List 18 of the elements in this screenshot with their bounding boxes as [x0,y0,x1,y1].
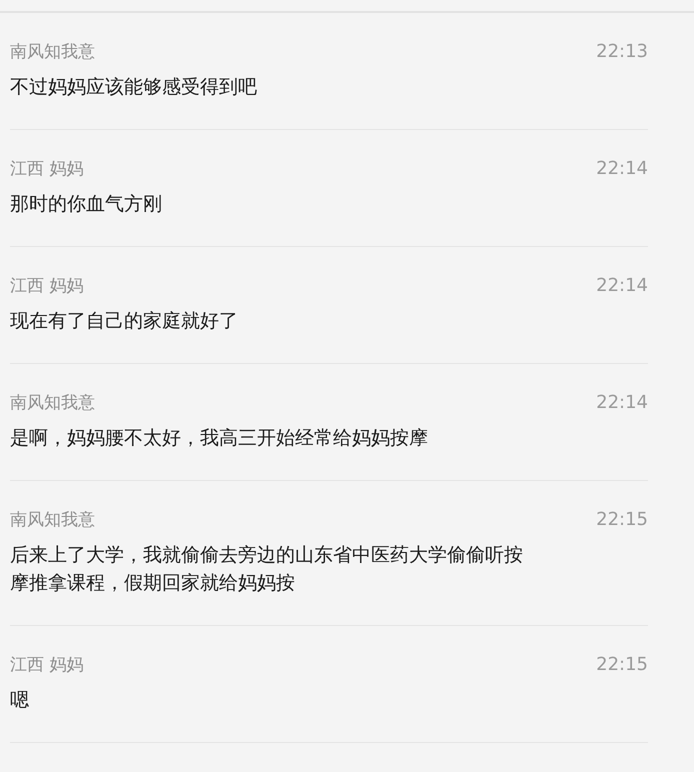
sender-name: 南风知我意 [10,40,95,62]
message-time: 22:15 [596,508,648,530]
message-time: 22:14 [596,274,648,296]
sender-name: 南风知我意 [10,508,95,530]
sender-name: 南风知我意 [10,392,95,414]
sender-name: 江西 妈妈 [10,654,84,676]
sender-name: 江西 妈妈 [10,158,84,180]
message-text: 那时的你血气方刚 [10,192,163,217]
message-text: 嗯 [10,688,30,713]
message-time: 22:13 [596,40,648,62]
sender-name: 江西 妈妈 [10,274,84,296]
message-text: 是啊，妈妈腰不太好，我高三开始经常给妈妈按摩 [10,426,429,451]
message-text: 现在有了自己的家庭就好了 [10,309,239,334]
message-time: 22:14 [596,392,648,412]
message-text: 后来上了大学，我就偷偷去旁边的山东省中医药大学偷偷听按摩推拿课程，假期回家就给妈妈按 [10,543,524,596]
message-time: 22:14 [596,158,648,178]
message-time: 22:15 [596,654,648,674]
message-text: 不过妈妈应该能够感受得到吧 [10,75,258,100]
